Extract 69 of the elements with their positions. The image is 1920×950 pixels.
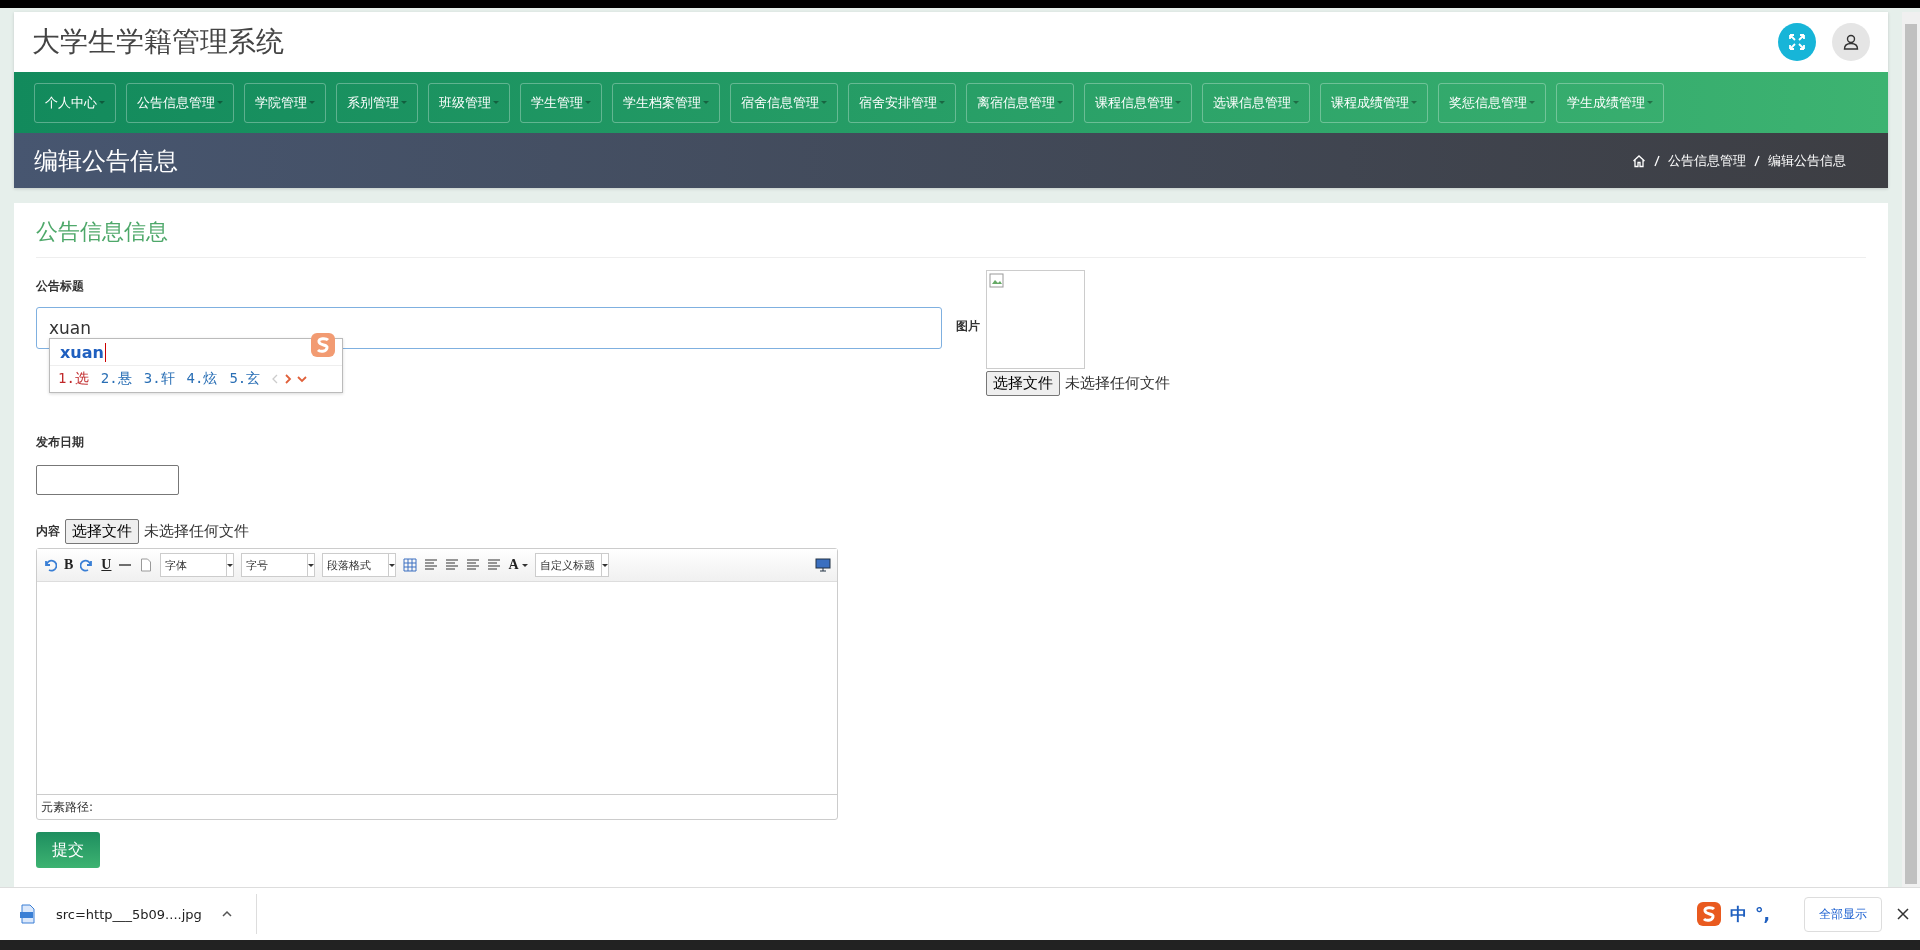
fullscreen-button[interactable] [1778, 23, 1816, 61]
font-color-button[interactable]: A [508, 557, 528, 573]
download-file-name[interactable]: src=http___5b09....jpg [56, 906, 202, 922]
align-icon[interactable] [424, 558, 439, 572]
breadcrumb-separator-icon [1754, 154, 1760, 167]
ime-punctuation[interactable]: °, [1755, 904, 1770, 924]
format-button[interactable]: B [64, 557, 74, 573]
site-title: 大学生学籍管理系统 [32, 24, 284, 60]
close-icon[interactable] [1896, 907, 1910, 921]
form-heading: 公告信息信息 [36, 217, 1866, 258]
toolbar-dropdown[interactable]: 段落格式 [322, 553, 397, 577]
ime-pinyin: xuan [60, 342, 106, 362]
nav-menu-button[interactable]: 课程信息管理 [1084, 82, 1192, 123]
nav-menu-button[interactable]: 个人中心 [34, 82, 116, 123]
page-title: 编辑公告信息 [34, 145, 178, 177]
image-file-icon [18, 904, 38, 924]
nav-menu-button[interactable]: 课程成绩管理 [1320, 82, 1428, 123]
nav-menu-button[interactable]: 系别管理 [336, 82, 418, 123]
align-icon[interactable] [466, 558, 481, 572]
ime-candidate[interactable]: 5.玄 [229, 370, 261, 388]
table-icon[interactable] [403, 558, 418, 572]
nav-menu-button[interactable]: 公告信息管理 [126, 82, 234, 123]
element-path-label: 元素路径: [41, 798, 94, 816]
submit-button[interactable]: 提交 [36, 832, 100, 868]
nav-menu-button[interactable]: 奖惩信息管理 [1438, 82, 1546, 123]
nav-menu-button[interactable]: 离宿信息管理 [966, 82, 1074, 123]
toolbar-dropdown[interactable]: 自定义标题 [534, 553, 609, 577]
field-label: 发布日期 [36, 434, 85, 451]
breadcrumb-current: 编辑公告信息 [1768, 151, 1846, 170]
align-icon[interactable] [445, 558, 460, 572]
nav-menu-button[interactable]: 学生档案管理 [612, 82, 720, 123]
broken-image-icon [989, 273, 1005, 289]
date-input[interactable] [36, 465, 179, 495]
redo-icon[interactable] [80, 558, 95, 572]
nav-menu-button[interactable]: 学生成绩管理 [1556, 82, 1664, 123]
nav-menu-button[interactable]: 学院管理 [244, 82, 326, 123]
expand-icon [1788, 33, 1806, 51]
field-label: 图片 [956, 318, 980, 335]
nav-menu-button[interactable]: 班级管理 [428, 82, 510, 123]
file-status: 未选择任何文件 [144, 522, 249, 541]
field-label: 内容 [36, 523, 60, 540]
choose-file-button[interactable]: 选择文件 [65, 519, 139, 544]
breadcrumb-separator-icon [1654, 154, 1660, 167]
title-input[interactable]: xuan [36, 307, 942, 349]
ime-candidate[interactable]: 3.轩 [143, 370, 175, 388]
ime-candidate[interactable]: 4.炫 [186, 370, 218, 388]
toolbar-dropdown[interactable]: 字体 [160, 553, 235, 577]
show-all-button[interactable]: 全部显示 [1804, 896, 1882, 932]
align-icon[interactable] [487, 558, 502, 572]
nav-menu-button[interactable]: 选课信息管理 [1202, 82, 1310, 123]
choose-file-button[interactable]: 选择文件 [986, 371, 1060, 396]
ime-mode[interactable]: 中 [1730, 902, 1748, 926]
file-status: 未选择任何文件 [1065, 374, 1170, 393]
home-icon[interactable] [1632, 153, 1646, 168]
breadcrumb-link[interactable]: 公告信息管理 [1668, 151, 1746, 170]
nav-menu-button[interactable]: 宿舍安排管理 [848, 82, 956, 123]
nav-menu-button[interactable]: 学生管理 [520, 82, 602, 123]
field-label: 公告标题 [36, 278, 85, 295]
undo-icon[interactable] [43, 558, 57, 572]
toolbar-dropdown[interactable]: 字号 [241, 553, 316, 577]
page-icon[interactable] [139, 558, 154, 572]
scrollbar[interactable] [1902, 12, 1920, 887]
nav-menu-button[interactable]: 宿舍信息管理 [730, 82, 838, 123]
user-button[interactable] [1832, 23, 1870, 61]
ime-candidate[interactable]: 1.选 [58, 370, 89, 388]
format-button[interactable]: U [101, 557, 112, 573]
ime-candidate[interactable]: 2.悬 [100, 370, 132, 388]
monitor-icon[interactable] [815, 558, 831, 572]
user-icon [1842, 33, 1860, 51]
